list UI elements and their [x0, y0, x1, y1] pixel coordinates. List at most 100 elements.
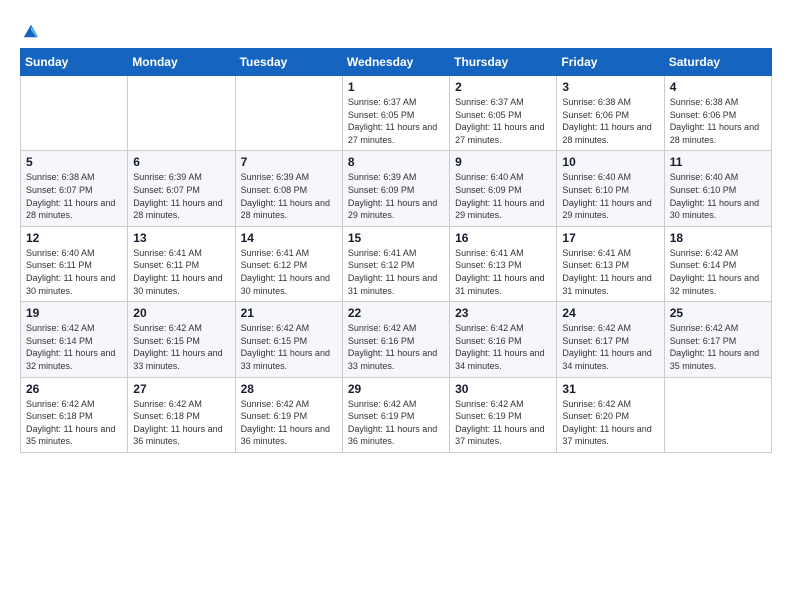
cell-content: Sunrise: 6:42 AMSunset: 6:16 PMDaylight:…: [455, 322, 551, 372]
calendar-week-1: 1 Sunrise: 6:37 AMSunset: 6:05 PMDaylight…: [21, 76, 772, 151]
day-number: 7: [241, 155, 337, 169]
cell-content: Sunrise: 6:39 AMSunset: 6:07 PMDaylight:…: [133, 171, 229, 221]
day-number: 2: [455, 80, 551, 94]
calendar-cell: 2 Sunrise: 6:37 AMSunset: 6:05 PMDaylight…: [450, 76, 557, 151]
calendar-cell: 21Sunrise: 6:42 AMSunset: 6:15 PMDayligh…: [235, 302, 342, 377]
day-number: 10: [562, 155, 658, 169]
day-number: 13: [133, 231, 229, 245]
cell-content: Sunrise: 6:38 AMSunset: 6:07 PMDaylight:…: [26, 171, 122, 221]
day-number: 22: [348, 306, 444, 320]
page-header: [20, 20, 772, 38]
day-number: 12: [26, 231, 122, 245]
calendar-cell: 26Sunrise: 6:42 AMSunset: 6:18 PMDayligh…: [21, 377, 128, 452]
calendar-week-2: 5 Sunrise: 6:38 AMSunset: 6:07 PMDaylight…: [21, 151, 772, 226]
calendar-cell: 6 Sunrise: 6:39 AMSunset: 6:07 PMDaylight…: [128, 151, 235, 226]
day-number: 17: [562, 231, 658, 245]
calendar-week-3: 12 Sunrise: 6:40 AMSunset: 6:11 PMDayligh…: [21, 226, 772, 301]
logo: [20, 20, 40, 38]
calendar-cell: 28 Sunrise: 6:42 AMSunset: 6:19 PMDayligh…: [235, 377, 342, 452]
calendar-cell: 30 Sunrise: 6:42 AMSunset: 6:19 PMDayligh…: [450, 377, 557, 452]
calendar-cell: 24 Sunrise: 6:42 AMSunset: 6:17 PMDayligh…: [557, 302, 664, 377]
cell-content: Sunrise: 6:42 AMSunset: 6:17 PMDaylight:…: [562, 322, 658, 372]
calendar-cell: 4Sunrise: 6:38 AMSunset: 6:06 PMDaylight…: [664, 76, 771, 151]
calendar-header-row: SundayMondayTuesdayWednesdayThursdayFrid…: [21, 49, 772, 76]
cell-content: Sunrise: 6:40 AMSunset: 6:09 PMDaylight:…: [455, 171, 551, 221]
calendar-cell: 15 Sunrise: 6:41 AMSunset: 6:12 PMDayligh…: [342, 226, 449, 301]
cell-content: Sunrise: 6:39 AMSunset: 6:09 PMDaylight:…: [348, 171, 444, 221]
calendar-cell: 14 Sunrise: 6:41 AMSunset: 6:12 PMDayligh…: [235, 226, 342, 301]
cell-content: Sunrise: 6:42 AMSunset: 6:16 PMDaylight:…: [348, 322, 444, 372]
calendar-cell: 16Sunrise: 6:41 AMSunset: 6:13 PMDayligh…: [450, 226, 557, 301]
calendar-cell: 18Sunrise: 6:42 AMSunset: 6:14 PMDayligh…: [664, 226, 771, 301]
calendar-cell: 12 Sunrise: 6:40 AMSunset: 6:11 PMDayligh…: [21, 226, 128, 301]
cell-content: Sunrise: 6:42 AMSunset: 6:15 PMDaylight:…: [133, 322, 229, 372]
calendar-cell: 25 Sunrise: 6:42 AMSunset: 6:17 PMDayligh…: [664, 302, 771, 377]
calendar-week-5: 26Sunrise: 6:42 AMSunset: 6:18 PMDayligh…: [21, 377, 772, 452]
cell-content: Sunrise: 6:42 AMSunset: 6:17 PMDaylight:…: [670, 322, 766, 372]
calendar-cell: 20 Sunrise: 6:42 AMSunset: 6:15 PMDayligh…: [128, 302, 235, 377]
calendar-cell: [128, 76, 235, 151]
calendar-cell: 5 Sunrise: 6:38 AMSunset: 6:07 PMDaylight…: [21, 151, 128, 226]
cell-content: Sunrise: 6:38 AMSunset: 6:06 PMDaylight:…: [670, 96, 766, 146]
calendar-table: SundayMondayTuesdayWednesdayThursdayFrid…: [20, 48, 772, 453]
day-number: 8: [348, 155, 444, 169]
day-number: 14: [241, 231, 337, 245]
calendar-cell: 29 Sunrise: 6:42 AMSunset: 6:19 PMDayligh…: [342, 377, 449, 452]
day-number: 5: [26, 155, 122, 169]
calendar-week-4: 19 Sunrise: 6:42 AMSunset: 6:14 PMDayligh…: [21, 302, 772, 377]
calendar-cell: 1 Sunrise: 6:37 AMSunset: 6:05 PMDaylight…: [342, 76, 449, 151]
cell-content: Sunrise: 6:40 AMSunset: 6:10 PMDaylight:…: [670, 171, 766, 221]
day-number: 3: [562, 80, 658, 94]
day-number: 31: [562, 382, 658, 396]
cell-content: Sunrise: 6:37 AMSunset: 6:05 PMDaylight:…: [348, 96, 444, 146]
weekday-header-friday: Friday: [557, 49, 664, 76]
cell-content: Sunrise: 6:40 AMSunset: 6:11 PMDaylight:…: [26, 247, 122, 297]
weekday-header-saturday: Saturday: [664, 49, 771, 76]
day-number: 1: [348, 80, 444, 94]
calendar-cell: 10 Sunrise: 6:40 AMSunset: 6:10 PMDayligh…: [557, 151, 664, 226]
day-number: 29: [348, 382, 444, 396]
calendar-cell: 9Sunrise: 6:40 AMSunset: 6:09 PMDaylight…: [450, 151, 557, 226]
cell-content: Sunrise: 6:42 AMSunset: 6:18 PMDaylight:…: [133, 398, 229, 448]
calendar-cell: 17 Sunrise: 6:41 AMSunset: 6:13 PMDayligh…: [557, 226, 664, 301]
calendar-cell: [664, 377, 771, 452]
calendar-cell: [235, 76, 342, 151]
cell-content: Sunrise: 6:42 AMSunset: 6:19 PMDaylight:…: [455, 398, 551, 448]
cell-content: Sunrise: 6:42 AMSunset: 6:14 PMDaylight:…: [670, 247, 766, 297]
day-number: 19: [26, 306, 122, 320]
calendar-cell: 8 Sunrise: 6:39 AMSunset: 6:09 PMDaylight…: [342, 151, 449, 226]
day-number: 27: [133, 382, 229, 396]
cell-content: Sunrise: 6:42 AMSunset: 6:20 PMDaylight:…: [562, 398, 658, 448]
cell-content: Sunrise: 6:41 AMSunset: 6:11 PMDaylight:…: [133, 247, 229, 297]
weekday-header-wednesday: Wednesday: [342, 49, 449, 76]
cell-content: Sunrise: 6:42 AMSunset: 6:19 PMDaylight:…: [241, 398, 337, 448]
day-number: 30: [455, 382, 551, 396]
calendar-cell: 27 Sunrise: 6:42 AMSunset: 6:18 PMDayligh…: [128, 377, 235, 452]
logo-icon: [22, 22, 40, 40]
calendar-cell: 22 Sunrise: 6:42 AMSunset: 6:16 PMDayligh…: [342, 302, 449, 377]
cell-content: Sunrise: 6:38 AMSunset: 6:06 PMDaylight:…: [562, 96, 658, 146]
day-number: 25: [670, 306, 766, 320]
cell-content: Sunrise: 6:37 AMSunset: 6:05 PMDaylight:…: [455, 96, 551, 146]
day-number: 28: [241, 382, 337, 396]
calendar-cell: 31 Sunrise: 6:42 AMSunset: 6:20 PMDayligh…: [557, 377, 664, 452]
calendar-cell: 23Sunrise: 6:42 AMSunset: 6:16 PMDayligh…: [450, 302, 557, 377]
calendar-cell: 19 Sunrise: 6:42 AMSunset: 6:14 PMDayligh…: [21, 302, 128, 377]
cell-content: Sunrise: 6:41 AMSunset: 6:12 PMDaylight:…: [241, 247, 337, 297]
weekday-header-thursday: Thursday: [450, 49, 557, 76]
day-number: 20: [133, 306, 229, 320]
day-number: 6: [133, 155, 229, 169]
cell-content: Sunrise: 6:42 AMSunset: 6:15 PMDaylight:…: [241, 322, 337, 372]
cell-content: Sunrise: 6:41 AMSunset: 6:13 PMDaylight:…: [562, 247, 658, 297]
day-number: 15: [348, 231, 444, 245]
cell-content: Sunrise: 6:41 AMSunset: 6:13 PMDaylight:…: [455, 247, 551, 297]
calendar-cell: [21, 76, 128, 151]
cell-content: Sunrise: 6:40 AMSunset: 6:10 PMDaylight:…: [562, 171, 658, 221]
day-number: 11: [670, 155, 766, 169]
day-number: 24: [562, 306, 658, 320]
cell-content: Sunrise: 6:41 AMSunset: 6:12 PMDaylight:…: [348, 247, 444, 297]
cell-content: Sunrise: 6:42 AMSunset: 6:19 PMDaylight:…: [348, 398, 444, 448]
cell-content: Sunrise: 6:42 AMSunset: 6:18 PMDaylight:…: [26, 398, 122, 448]
weekday-header-tuesday: Tuesday: [235, 49, 342, 76]
cell-content: Sunrise: 6:42 AMSunset: 6:14 PMDaylight:…: [26, 322, 122, 372]
